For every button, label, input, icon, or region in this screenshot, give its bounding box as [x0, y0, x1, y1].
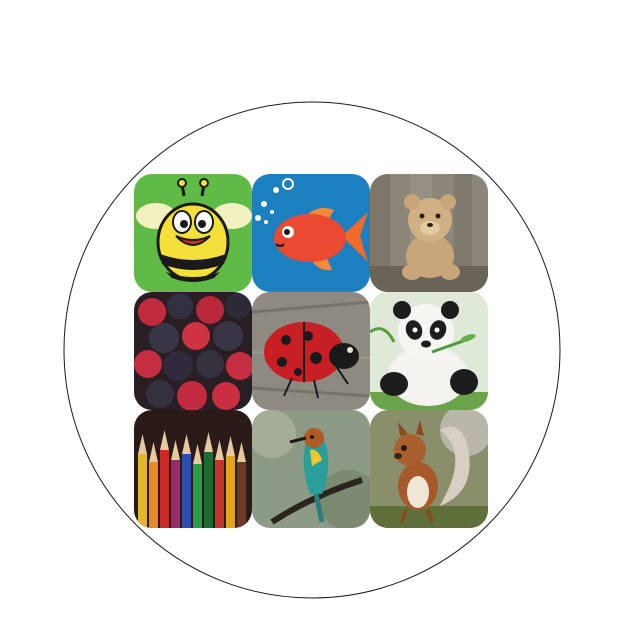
ladybug-icon — [252, 292, 370, 410]
tile-panda — [370, 292, 488, 410]
berries-icon — [134, 292, 252, 410]
cartoon-bee-icon — [134, 174, 252, 292]
tile-colored-pencils — [134, 410, 252, 528]
tile-squirrel — [370, 410, 488, 528]
badge-stage — [0, 0, 630, 640]
bee-eater-bird-icon — [252, 410, 370, 528]
tile-berries — [134, 292, 252, 410]
teddy-bear-icon — [370, 174, 488, 292]
panda-icon — [370, 292, 488, 410]
tile-bee-eater-bird — [252, 410, 370, 528]
tile-bee — [134, 174, 252, 292]
cartoon-fish-icon — [252, 174, 370, 292]
tile-teddy-bear — [370, 174, 488, 292]
colored-pencils-icon — [134, 410, 252, 528]
squirrel-icon — [370, 410, 488, 528]
tile-fish — [252, 174, 370, 292]
tile-ladybug — [252, 292, 370, 410]
